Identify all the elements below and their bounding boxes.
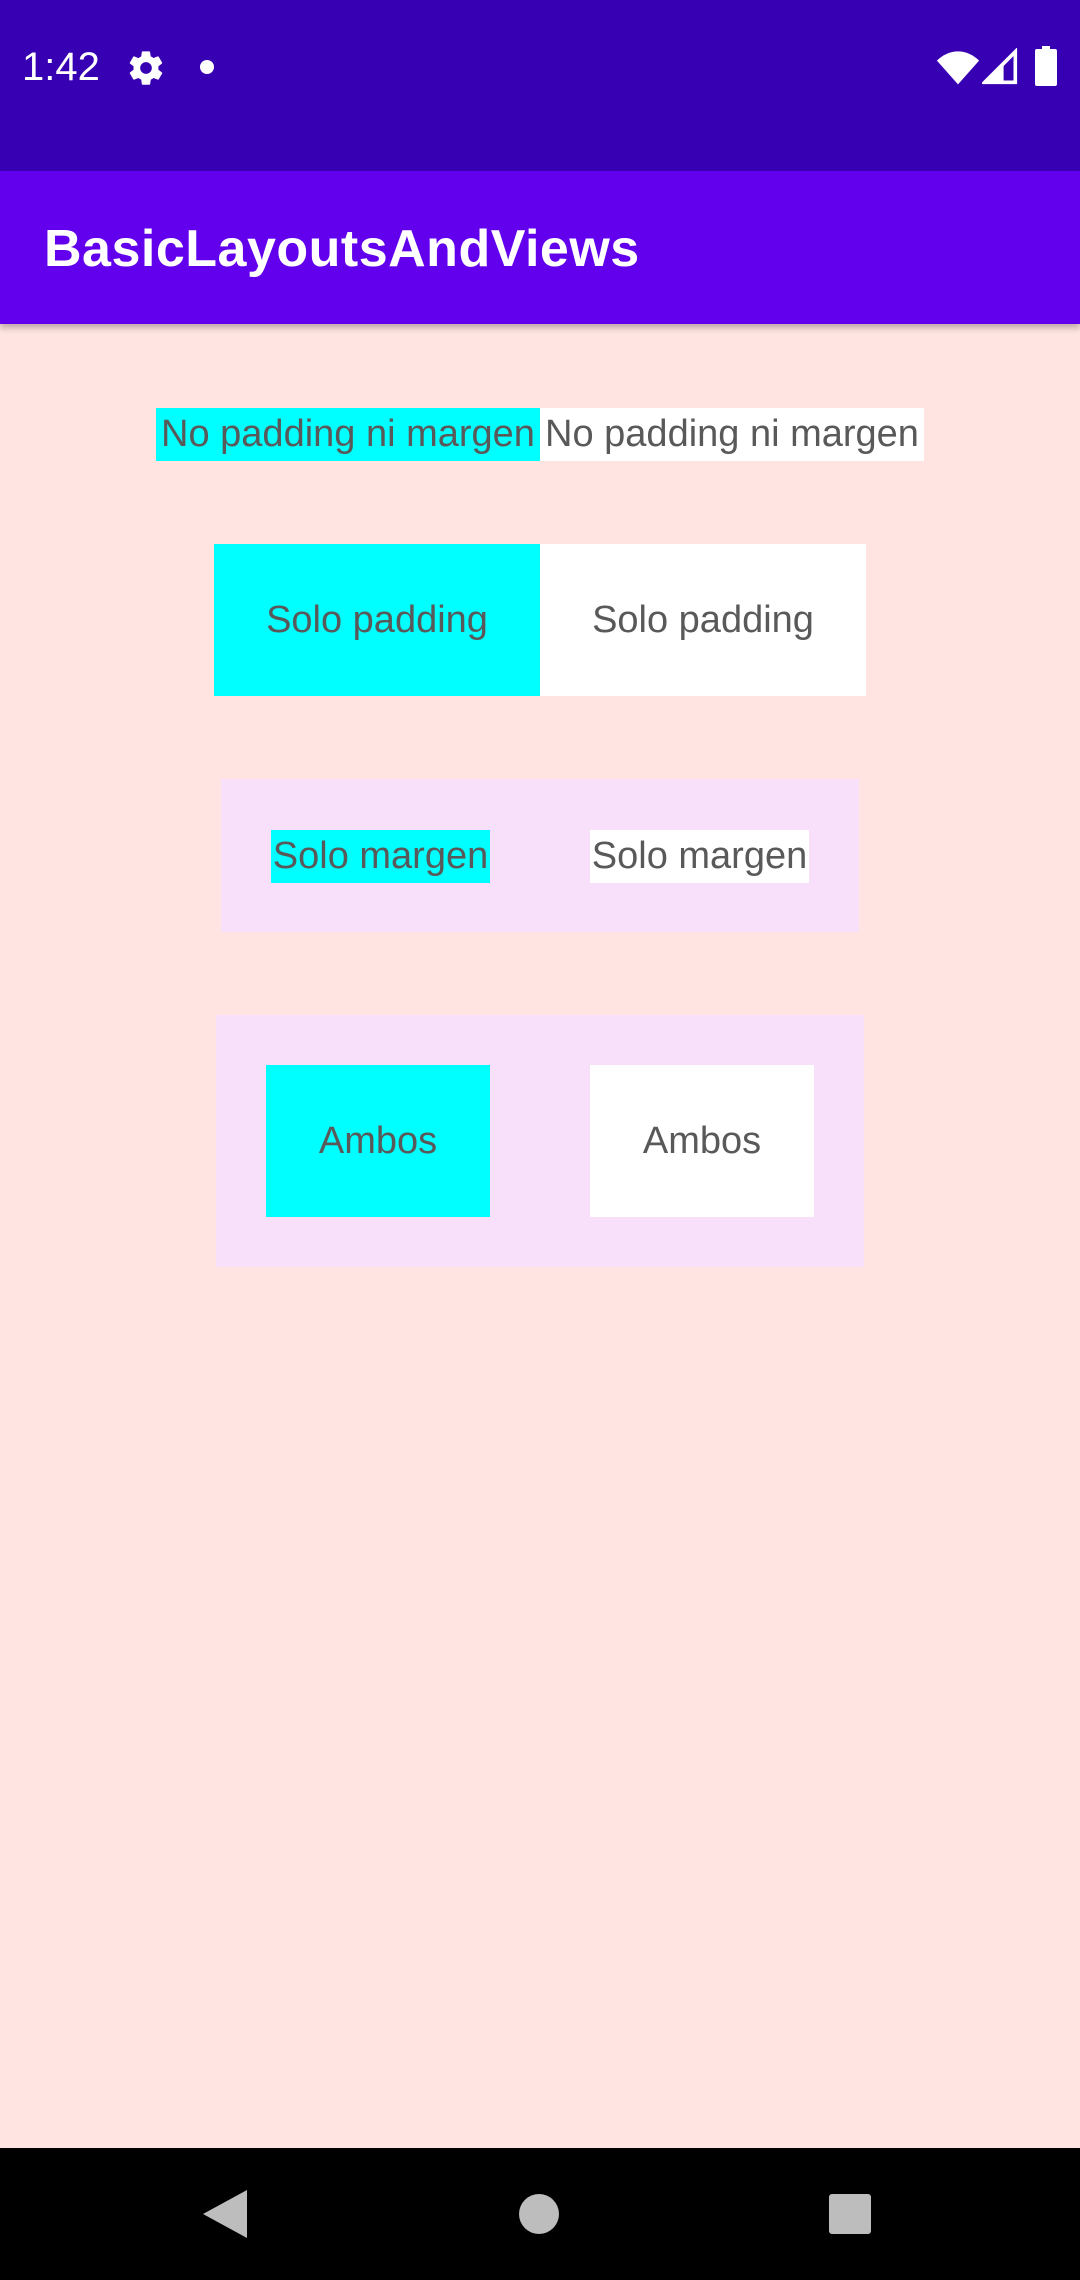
wifi-icon bbox=[936, 51, 980, 85]
no-padding-no-margin-right: No padding ni margen bbox=[540, 408, 924, 461]
status-time: 1:42 bbox=[22, 45, 100, 89]
padding-only-right: Solo padding bbox=[540, 544, 866, 696]
cell-signal-icon bbox=[982, 48, 1018, 85]
home-icon[interactable] bbox=[519, 2194, 559, 2234]
app-bar: BasicLayoutsAndViews bbox=[0, 171, 1080, 324]
status-bar: 1:42 bbox=[0, 0, 1080, 171]
navigation-bar bbox=[0, 2148, 1080, 2280]
back-icon[interactable] bbox=[203, 2190, 247, 2238]
app-title: BasicLayoutsAndViews bbox=[44, 220, 640, 278]
both-right: Ambos bbox=[590, 1065, 814, 1217]
margin-only-left: Solo margen bbox=[271, 830, 490, 883]
notification-dot-icon bbox=[200, 60, 214, 74]
padding-only-left: Solo padding bbox=[214, 544, 540, 696]
both-left: Ambos bbox=[266, 1065, 490, 1217]
recents-icon[interactable] bbox=[829, 2194, 871, 2234]
battery-icon bbox=[1035, 46, 1057, 86]
margin-only-right: Solo margen bbox=[590, 830, 809, 883]
gear-icon bbox=[129, 51, 163, 85]
no-padding-no-margin-left: No padding ni margen bbox=[156, 408, 540, 461]
